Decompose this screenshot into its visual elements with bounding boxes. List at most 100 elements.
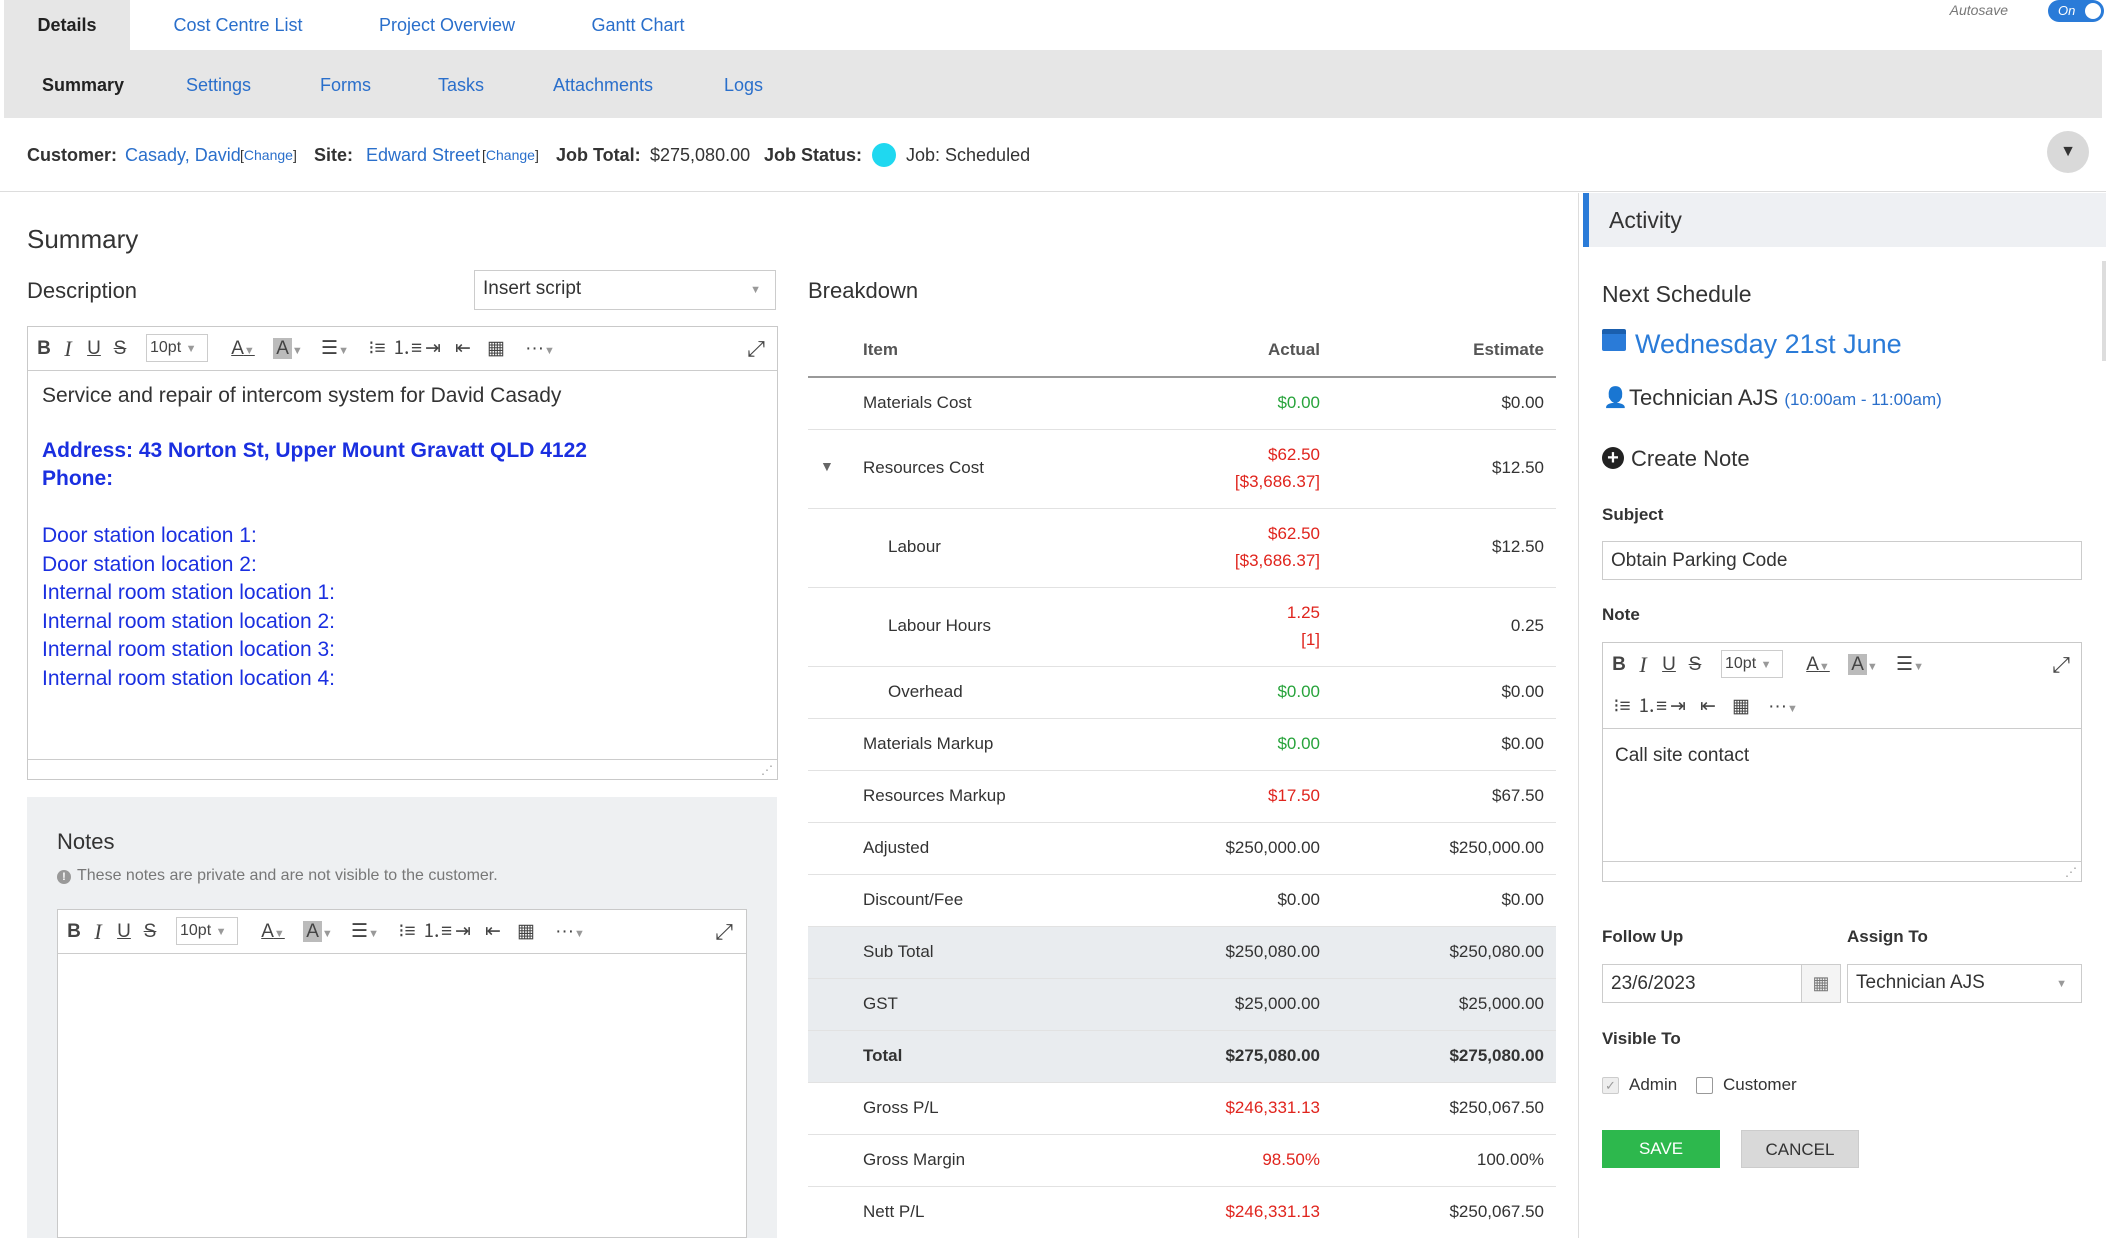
tab-logs[interactable]: Logs	[724, 50, 763, 118]
font-size-select[interactable]: 10pt ▼	[1721, 650, 1783, 678]
numbered-list-icon[interactable]: ⒈≡	[422, 918, 452, 946]
numbered-list-icon[interactable]: ⒈≡	[1637, 693, 1667, 721]
row-item: Gross P/L	[863, 1098, 939, 1117]
fullscreen-icon[interactable]: ⤢	[710, 918, 738, 946]
row-item: Nett P/L	[863, 1202, 925, 1221]
create-note-label[interactable]: Create Note	[1631, 446, 1750, 472]
table-icon[interactable]: ▦	[512, 918, 540, 946]
chevron-down-icon[interactable]: ▼	[2047, 131, 2089, 173]
admin-checkbox[interactable]: ✓	[1602, 1077, 1619, 1094]
scrollbar[interactable]	[2102, 261, 2106, 361]
underline-icon[interactable]: U	[84, 335, 104, 363]
indent-icon[interactable]: ⇥	[420, 335, 446, 363]
chevron-down-icon: ▼	[1787, 703, 1798, 715]
highlight-color-icon[interactable]: A ▼	[268, 335, 308, 363]
note-editor[interactable]: B I U S 10pt ▼ A▼ A ▼ ☰▼ ⤢ ⁝≡ ⒈≡ ⇥ ⇤ ▦ ··…	[1602, 642, 2082, 882]
align-icon[interactable]: ☰▼	[1889, 651, 1931, 679]
fullscreen-icon[interactable]: ⤢	[742, 335, 770, 363]
customer-change-link[interactable]: [Change]	[240, 118, 297, 192]
tab-details[interactable]: Details	[4, 0, 130, 50]
strikethrough-icon[interactable]: S	[140, 918, 160, 946]
row-actual: $0.00	[1277, 734, 1320, 753]
italic-icon[interactable]: I	[1633, 651, 1653, 679]
follow-up-date-input[interactable]	[1602, 964, 1802, 1003]
tab-settings[interactable]: Settings	[186, 50, 251, 118]
next-schedule-label: Next Schedule	[1602, 281, 1752, 307]
indent-icon[interactable]: ⇥	[450, 918, 476, 946]
site-change-link[interactable]: [Change]	[482, 118, 539, 192]
bold-icon[interactable]: B	[64, 918, 84, 946]
italic-icon[interactable]: I	[88, 918, 108, 946]
outdent-icon[interactable]: ⇤	[450, 335, 476, 363]
resize-handle-icon[interactable]: ⋰	[761, 763, 773, 777]
italic-icon[interactable]: I	[58, 335, 78, 363]
strikethrough-icon[interactable]: S	[1685, 651, 1705, 679]
font-color-icon[interactable]: A▼	[1799, 651, 1837, 679]
row-item: Adjusted	[863, 838, 930, 857]
outdent-icon[interactable]: ⇤	[1695, 693, 1721, 721]
row-estimate: $275,080.00	[1449, 1046, 1544, 1065]
strikethrough-icon[interactable]: S	[110, 335, 130, 363]
more-icon[interactable]: ···▼	[1763, 693, 1803, 721]
table-icon[interactable]: ▦	[482, 335, 510, 363]
subject-input[interactable]	[1602, 541, 2082, 580]
customer-link[interactable]: Casady, David	[125, 118, 241, 192]
tab-tasks[interactable]: Tasks	[438, 50, 484, 118]
tab-project-overview[interactable]: Project Overview	[362, 0, 532, 50]
numbered-list-icon[interactable]: ⒈≡	[392, 335, 422, 363]
tab-cost-centre-list[interactable]: Cost Centre List	[160, 0, 316, 50]
site-link[interactable]: Edward Street	[366, 118, 480, 192]
cancel-button[interactable]: CANCEL	[1741, 1130, 1859, 1168]
editor-status-bar	[28, 759, 777, 779]
row-estimate: $12.50	[1492, 537, 1544, 556]
font-size-select[interactable]: 10pt ▼	[176, 917, 238, 945]
row-actual: $25,000.00	[1234, 994, 1320, 1013]
font-color-icon[interactable]: A▼	[224, 335, 262, 363]
tab-summary[interactable]: Summary	[42, 50, 124, 118]
highlight-color-icon[interactable]: A ▼	[298, 918, 338, 946]
customer-checkbox[interactable]	[1696, 1077, 1713, 1094]
row-item: Labour Hours	[888, 616, 992, 635]
row-actual: 98.50%	[1262, 1150, 1320, 1169]
admin-checkbox-label: Admin	[1629, 1075, 1678, 1094]
font-size-select[interactable]: 10pt ▼	[146, 334, 208, 362]
bold-icon[interactable]: B	[1609, 651, 1629, 679]
table-row-total: Total $275,080.00 $275,080.00	[808, 1031, 1556, 1083]
font-color-icon[interactable]: A▼	[254, 918, 292, 946]
align-icon[interactable]: ☰▼	[314, 335, 356, 363]
more-icon[interactable]: ···▼	[520, 335, 560, 363]
indent-icon[interactable]: ⇥	[1665, 693, 1691, 721]
resize-handle-icon[interactable]: ⋰	[2065, 865, 2077, 879]
schedule-date-link[interactable]: Wednesday 21st June	[1635, 329, 1902, 360]
insert-script-select[interactable]: Insert script ▼	[474, 270, 776, 310]
more-icon[interactable]: ···▼	[550, 918, 590, 946]
highlight-color-icon[interactable]: A ▼	[1843, 651, 1883, 679]
tab-attachments[interactable]: Attachments	[553, 50, 653, 118]
bullet-list-icon[interactable]: ⁝≡	[1609, 693, 1635, 721]
assign-to-select[interactable]: Technician AJS ▼	[1847, 964, 2082, 1003]
underline-icon[interactable]: U	[114, 918, 134, 946]
bold-icon[interactable]: B	[34, 335, 54, 363]
breakdown-header-row: Item Actual Estimate	[808, 328, 1556, 378]
underline-icon[interactable]: U	[1659, 651, 1679, 679]
autosave-toggle[interactable]: On	[2048, 0, 2104, 22]
bullet-list-icon[interactable]: ⁝≡	[394, 918, 420, 946]
outdent-icon[interactable]: ⇤	[480, 918, 506, 946]
align-icon[interactable]: ☰▼	[344, 918, 386, 946]
calendar-icon[interactable]: ▦	[1801, 964, 1841, 1003]
table-row: Adjusted $250,000.00 $250,000.00	[808, 823, 1556, 875]
expand-triangle-icon[interactable]: ▼	[820, 458, 834, 474]
tab-forms[interactable]: Forms	[320, 50, 371, 118]
bullet-list-icon[interactable]: ⁝≡	[364, 335, 390, 363]
chevron-down-icon: ▼	[243, 345, 255, 357]
notes-editor[interactable]: B I U S 10pt ▼ A▼ A ▼ ☰▼ ⁝≡ ⒈≡ ⇥ ⇤ ▦ ···▼…	[57, 909, 747, 1238]
fullscreen-icon[interactable]: ⤢	[2047, 651, 2075, 679]
save-button[interactable]: SAVE	[1602, 1130, 1720, 1168]
row-estimate: 100.00%	[1476, 1150, 1544, 1169]
font-size-value: 10pt	[150, 339, 182, 356]
tab-gantt-chart[interactable]: Gantt Chart	[578, 0, 698, 50]
chevron-down-icon: ▼	[1866, 661, 1878, 673]
table-icon[interactable]: ▦	[1727, 693, 1755, 721]
job-info-bar: Customer: Casady, David [Change] Site: E…	[0, 118, 2106, 192]
technician-name: Technician AJS	[1629, 385, 1779, 410]
